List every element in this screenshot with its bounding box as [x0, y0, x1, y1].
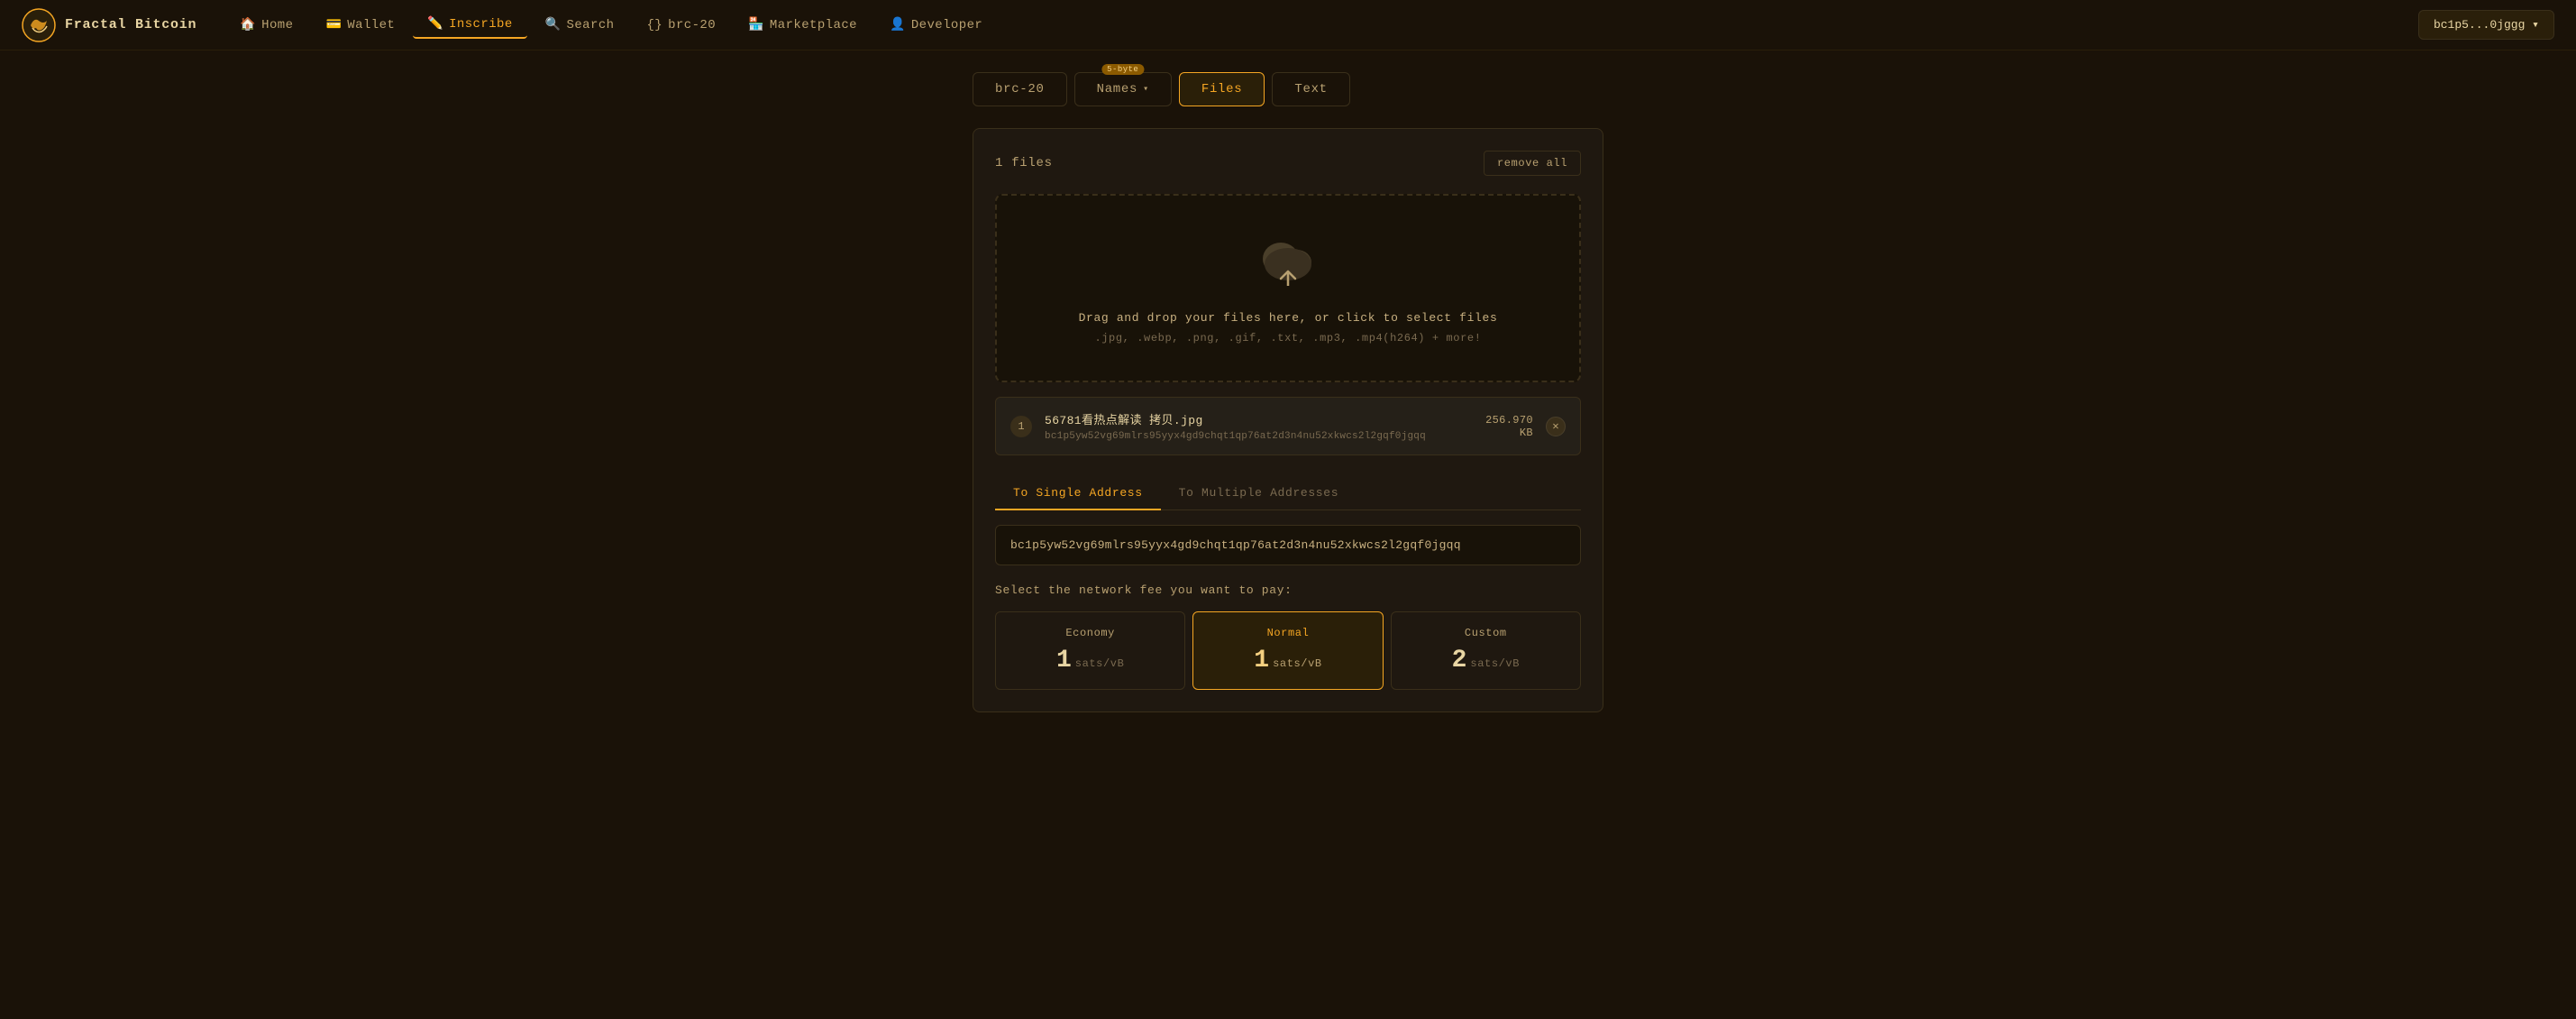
tab-brc20[interactable]: brc-20: [973, 72, 1067, 106]
file-header: 1 files remove all: [995, 151, 1581, 176]
nav-home-label: Home: [261, 18, 293, 32]
navbar: Fractal Bitcoin 🏠 Home 💳 Wallet ✏️ Inscr…: [0, 0, 2576, 50]
fee-custom-rate: 2 sats/vB: [1406, 647, 1566, 675]
tab-names-label: Names: [1097, 82, 1138, 96]
nav-marketplace-label: Marketplace: [770, 18, 857, 32]
drop-zone-formats: .jpg, .webp, .png, .gif, .txt, .mp3, .mp…: [1019, 332, 1557, 344]
fee-normal-rate: 1 sats/vB: [1208, 647, 1367, 675]
tab-files-label: Files: [1201, 82, 1243, 96]
developer-icon: 👤: [890, 17, 906, 32]
upload-cloud-icon: [1256, 232, 1320, 297]
file-count: 1 files: [995, 156, 1053, 170]
nav-search-label: Search: [567, 18, 615, 32]
tab-brc20-label: brc-20: [995, 82, 1045, 96]
addr-tab-multiple[interactable]: To Multiple Addresses: [1161, 477, 1357, 510]
file-number: 1: [1010, 416, 1032, 437]
search-icon: 🔍: [545, 17, 562, 32]
tab-text[interactable]: Text: [1272, 72, 1349, 106]
logo-area[interactable]: Fractal Bitcoin: [22, 8, 196, 42]
container: brc-20 5-byte Names ▾ Files Text 1 files…: [973, 72, 1603, 712]
file-size-unit: KB: [1520, 427, 1533, 439]
main-content: brc-20 5-byte Names ▾ Files Text 1 files…: [0, 50, 2576, 734]
drop-zone-main-text: Drag and drop your files here, or click …: [1019, 311, 1557, 325]
fee-normal-number: 1: [1254, 647, 1269, 675]
nav-developer-label: Developer: [911, 18, 982, 32]
address-input[interactable]: [995, 525, 1581, 565]
file-item: 1 56781看热点解读 拷贝.jpg bc1p5yw52vg69mlrs95y…: [995, 397, 1581, 455]
nav-wallet[interactable]: 💳 Wallet: [311, 12, 409, 38]
file-remove-button[interactable]: ✕: [1546, 417, 1566, 436]
fee-economy-unit: sats/vB: [1075, 657, 1125, 670]
fee-normal-type: Normal: [1208, 627, 1367, 639]
upload-icon-wrap: [1256, 232, 1320, 297]
file-info: 56781看热点解读 拷贝.jpg bc1p5yw52vg69mlrs95yyx…: [1045, 410, 1473, 442]
fee-normal-unit: sats/vB: [1273, 657, 1322, 670]
logo-icon: [22, 8, 56, 42]
tab-files[interactable]: Files: [1179, 72, 1265, 106]
nav-wallet-label: Wallet: [347, 18, 395, 32]
addr-tab-single[interactable]: To Single Address: [995, 477, 1161, 510]
nav-marketplace[interactable]: 🏪 Marketplace: [734, 12, 872, 38]
brand-name: Fractal Bitcoin: [65, 17, 196, 32]
nav-brc20-label: brc-20: [668, 18, 716, 32]
inscribe-icon: ✏️: [427, 16, 443, 32]
fee-economy-rate: 1 sats/vB: [1010, 647, 1170, 675]
nav-inscribe-label: Inscribe: [449, 17, 513, 32]
fee-label: Select the network fee you want to pay:: [995, 583, 1581, 597]
wallet-address-button[interactable]: bc1p5...0jggg ▾: [2418, 10, 2554, 40]
nav-brc20[interactable]: {} brc-20: [632, 13, 730, 38]
brc20-icon: {}: [646, 18, 662, 32]
tab-names[interactable]: 5-byte Names ▾: [1074, 72, 1172, 106]
file-size-number: 256.970: [1485, 414, 1533, 427]
inscription-tabs: brc-20 5-byte Names ▾ Files Text: [973, 72, 1603, 106]
file-section: 1 files remove all Drag and drop your fi…: [973, 128, 1603, 712]
nav-developer[interactable]: 👤 Developer: [875, 12, 997, 38]
nav-search[interactable]: 🔍 Search: [531, 12, 629, 38]
nav-items: 🏠 Home 💳 Wallet ✏️ Inscribe 🔍 Search {} …: [225, 11, 2418, 39]
file-address: bc1p5yw52vg69mlrs95yyx4gd9chqt1qp76at2d3…: [1045, 431, 1473, 442]
fee-economy-type: Economy: [1010, 627, 1170, 639]
fee-custom-type: Custom: [1406, 627, 1566, 639]
wallet-address-text: bc1p5...0jggg ▾: [2434, 18, 2539, 32]
names-badge: 5-byte: [1101, 64, 1144, 75]
wallet-icon: 💳: [325, 17, 342, 32]
home-icon: 🏠: [240, 17, 256, 32]
nav-home[interactable]: 🏠 Home: [225, 12, 307, 38]
drop-zone[interactable]: Drag and drop your files here, or click …: [995, 194, 1581, 382]
names-chevron-icon: ▾: [1143, 84, 1149, 95]
fee-custom-number: 2: [1452, 647, 1467, 675]
remove-all-button[interactable]: remove all: [1484, 151, 1581, 176]
fee-normal[interactable]: Normal 1 sats/vB: [1192, 611, 1383, 690]
fee-options: Economy 1 sats/vB Normal 1 sats/vB Custo…: [995, 611, 1581, 690]
fee-economy[interactable]: Economy 1 sats/vB: [995, 611, 1185, 690]
fee-custom-unit: sats/vB: [1470, 657, 1520, 670]
fee-economy-number: 1: [1056, 647, 1072, 675]
nav-inscribe[interactable]: ✏️ Inscribe: [413, 11, 526, 39]
file-size: 256.970 KB: [1485, 414, 1533, 439]
fee-custom[interactable]: Custom 2 sats/vB: [1391, 611, 1581, 690]
marketplace-icon: 🏪: [748, 17, 764, 32]
address-tabs: To Single Address To Multiple Addresses: [995, 477, 1581, 510]
tab-text-label: Text: [1294, 82, 1327, 96]
file-name: 56781看热点解读 拷贝.jpg: [1045, 410, 1473, 427]
